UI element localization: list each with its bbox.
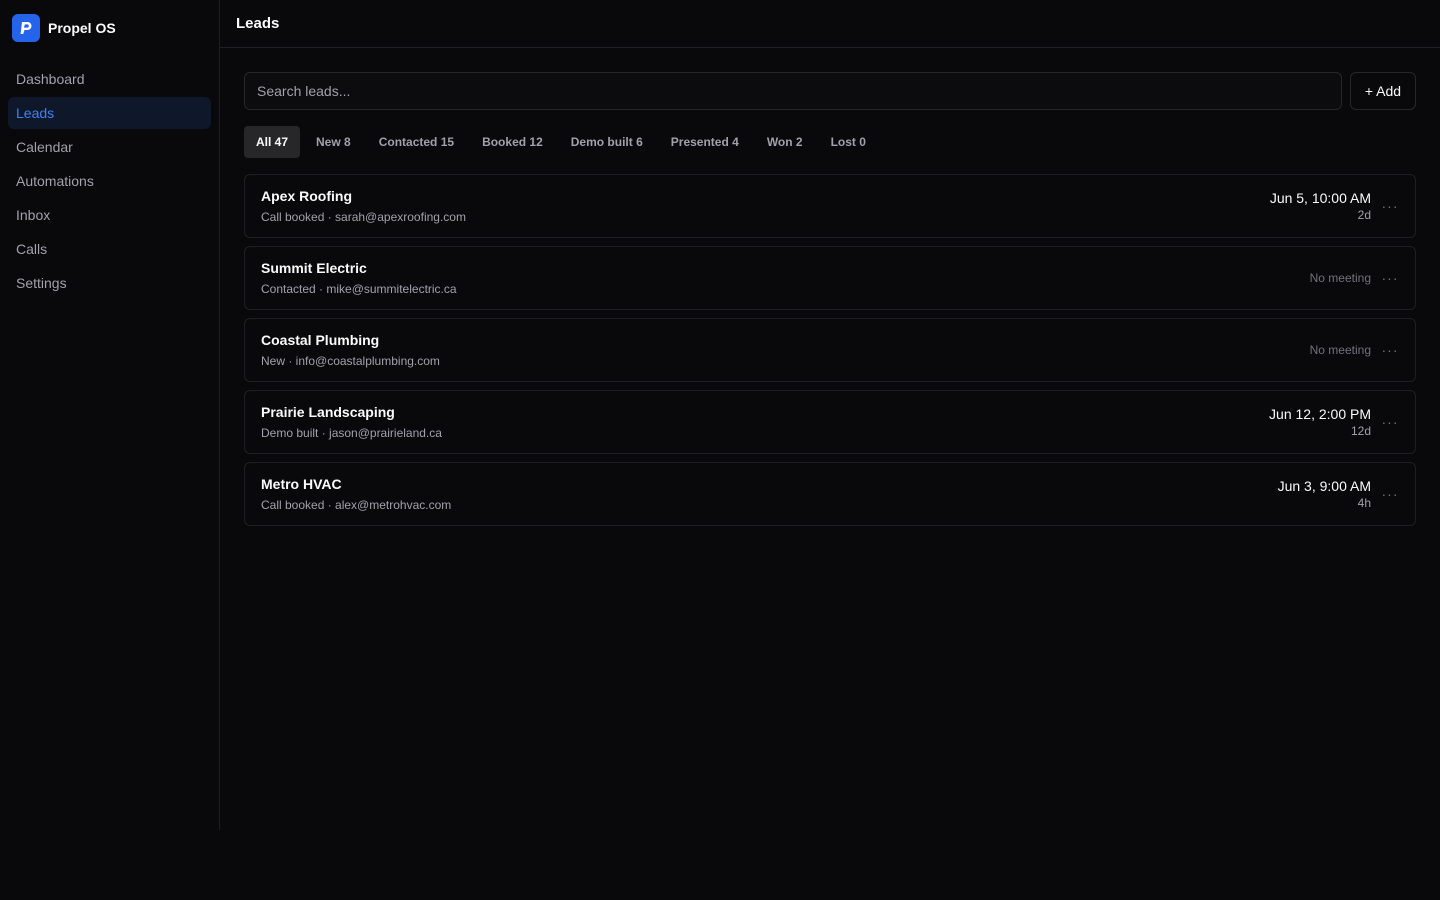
sidebar-item-calls[interactable]: Calls <box>8 233 211 265</box>
tab-lost[interactable]: Lost 0 <box>819 126 878 158</box>
sidebar-item-calendar[interactable]: Calendar <box>8 131 211 163</box>
lead-meeting: Jun 3, 9:00 AM 4h <box>1278 463 1371 525</box>
lead-name: Apex Roofing <box>261 188 352 204</box>
lead-name: Summit Electric <box>261 260 367 276</box>
sidebar-nav: Dashboard Leads Calendar Automations Inb… <box>8 63 211 301</box>
search-input[interactable] <box>244 72 1342 110</box>
lead-meta: Call booked · sarah@apexroofing.com <box>261 210 466 224</box>
more-horizontal-icon[interactable]: ··· <box>1381 197 1399 215</box>
page-title: Leads <box>236 15 280 32</box>
propel-logo-icon <box>12 14 40 42</box>
lead-meta: Demo built · jason@prairieland.ca <box>261 426 442 440</box>
lead-meeting: Jun 5, 10:00 AM 2d <box>1270 175 1371 237</box>
app-root: Propel OS Dashboard Leads Calendar Autom… <box>0 0 1440 900</box>
page-header: Leads <box>220 0 1440 48</box>
lead-meta: Call booked · alex@metrohvac.com <box>261 498 452 512</box>
tab-booked[interactable]: Booked 12 <box>470 126 555 158</box>
brand[interactable]: Propel OS <box>12 14 116 42</box>
search-row: + Add <box>244 72 1416 110</box>
more-horizontal-icon[interactable]: ··· <box>1381 341 1399 359</box>
tab-all[interactable]: All 47 <box>244 126 301 158</box>
tab-presented[interactable]: Presented 4 <box>659 126 751 158</box>
lead-row-summit-electric[interactable]: Summit Electric Contacted · mike@summite… <box>244 246 1416 310</box>
lead-meeting: No meeting <box>1310 247 1371 309</box>
lead-name: Metro HVAC <box>261 476 342 492</box>
more-horizontal-icon[interactable]: ··· <box>1381 269 1399 287</box>
lead-name: Prairie Landscaping <box>261 404 395 420</box>
status-filter-tabs: All 47 New 8 Contacted 15 Booked 12 Demo… <box>244 126 1416 158</box>
lead-name: Coastal Plumbing <box>261 332 380 348</box>
lead-row-metro-hvac[interactable]: Metro HVAC Call booked · alex@metrohvac.… <box>244 462 1416 526</box>
sidebar-item-settings[interactable]: Settings <box>8 267 211 299</box>
sidebar-item-inbox[interactable]: Inbox <box>8 199 211 231</box>
tab-won[interactable]: Won 2 <box>755 126 815 158</box>
meeting-relative-time: 4h <box>1357 496 1371 510</box>
sidebar-item-dashboard[interactable]: Dashboard <box>8 63 211 95</box>
lead-list: Apex Roofing Call booked · sarah@apexroo… <box>244 174 1416 526</box>
meeting-date: Jun 3, 9:00 AM <box>1277 478 1371 494</box>
lead-meta: New · info@coastalplumbing.com <box>261 354 440 368</box>
sidebar-item-leads[interactable]: Leads <box>8 97 211 129</box>
meeting-relative-time: 2d <box>1357 208 1371 222</box>
meeting-date: Jun 5, 10:00 AM <box>1269 190 1371 206</box>
tab-new[interactable]: New 8 <box>304 126 363 158</box>
more-horizontal-icon[interactable]: ··· <box>1381 413 1399 431</box>
lead-row-coastal-plumbing[interactable]: Coastal Plumbing New · info@coastalplumb… <box>244 318 1416 382</box>
more-horizontal-icon[interactable]: ··· <box>1381 485 1399 503</box>
lead-meeting: Jun 12, 2:00 PM 12d <box>1269 391 1371 453</box>
lead-row-prairie-landscaping[interactable]: Prairie Landscaping Demo built · jason@p… <box>244 390 1416 454</box>
sidebar: Propel OS Dashboard Leads Calendar Autom… <box>0 0 220 830</box>
sidebar-item-automations[interactable]: Automations <box>8 165 211 197</box>
meeting-relative-time: 12d <box>1350 424 1371 438</box>
no-meeting-label: No meeting <box>1309 343 1371 357</box>
tab-contacted[interactable]: Contacted 15 <box>367 126 466 158</box>
no-meeting-label: No meeting <box>1309 271 1371 285</box>
add-lead-button[interactable]: + Add <box>1350 72 1416 110</box>
tab-demo-built[interactable]: Demo built 6 <box>559 126 655 158</box>
brand-name: Propel OS <box>48 20 116 36</box>
lead-meeting: No meeting <box>1310 319 1371 381</box>
lead-row-apex-roofing[interactable]: Apex Roofing Call booked · sarah@apexroo… <box>244 174 1416 238</box>
main-content: + Add All 47 New 8 Contacted 15 Booked 1… <box>244 72 1416 534</box>
meeting-date: Jun 12, 2:00 PM <box>1269 406 1371 422</box>
lead-meta: Contacted · mike@summitelectric.ca <box>261 282 457 296</box>
